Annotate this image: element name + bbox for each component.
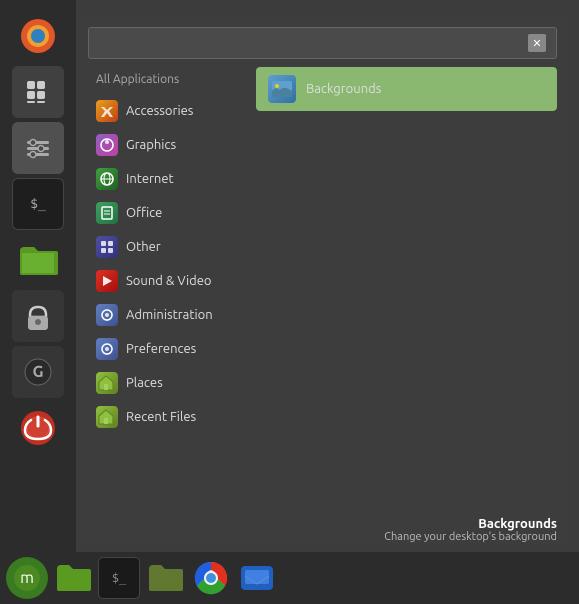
sidebar-icon-grub[interactable]: G — [12, 346, 64, 398]
sidebar-icon-firefox[interactable] — [12, 10, 64, 62]
other-icon — [96, 236, 118, 258]
sidebar-icon-control[interactable] — [12, 122, 64, 174]
content-area: All Applications Accessories Graphics In… — [88, 67, 557, 526]
taskbar-icon-chrome[interactable] — [190, 557, 232, 599]
taskbar-icon-terminal[interactable]: $_ — [98, 557, 140, 599]
search-bar: Backgrounds ✕ — [88, 27, 557, 59]
all-apps-label: All Applications — [88, 67, 248, 92]
sidebar-icon-terminal[interactable]: $_ — [12, 178, 64, 230]
category-item-preferences[interactable]: Preferences — [88, 332, 248, 366]
office-label: Office — [126, 206, 162, 220]
sidebar-icon-files[interactable] — [12, 234, 64, 286]
taskbar-icon-mint[interactable]: m — [6, 557, 48, 599]
backgrounds-result-icon — [268, 75, 296, 103]
administration-icon — [96, 304, 118, 326]
administration-label: Administration — [126, 308, 213, 322]
info-app-name: Backgrounds — [88, 517, 557, 531]
graphics-label: Graphics — [126, 138, 176, 152]
office-icon — [96, 202, 118, 224]
categories-panel: All Applications Accessories Graphics In… — [88, 67, 248, 526]
sidebar: $_ G — [0, 0, 76, 555]
recent-label: Recent Files — [126, 410, 196, 424]
preferences-icon — [96, 338, 118, 360]
internet-label: Internet — [126, 172, 174, 186]
soundvideo-label: Sound & Video — [126, 274, 212, 288]
category-item-graphics[interactable]: Graphics — [88, 128, 248, 162]
taskbar-icon-files[interactable] — [52, 557, 94, 599]
taskbar-icon-nemo[interactable] — [144, 557, 186, 599]
recent-icon — [96, 406, 118, 428]
internet-icon — [96, 168, 118, 190]
places-icon — [96, 372, 118, 394]
places-label: Places — [126, 376, 163, 390]
results-panel: Backgrounds — [256, 67, 557, 526]
sidebar-icon-grid[interactable] — [12, 66, 64, 118]
info-app-desc: Change your desktop's background — [88, 531, 557, 543]
result-item-backgrounds[interactable]: Backgrounds — [256, 67, 557, 111]
category-item-accessories[interactable]: Accessories — [88, 94, 248, 128]
category-item-office[interactable]: Office — [88, 196, 248, 230]
category-item-internet[interactable]: Internet — [88, 162, 248, 196]
backgrounds-result-label: Backgrounds — [306, 82, 381, 96]
accessories-label: Accessories — [126, 104, 193, 118]
category-item-soundvideo[interactable]: Sound & Video — [88, 264, 248, 298]
main-panel: Backgrounds ✕ All Applications Accessori… — [76, 15, 569, 544]
accessories-icon — [96, 100, 118, 122]
soundvideo-icon — [96, 270, 118, 292]
category-item-administration[interactable]: Administration — [88, 298, 248, 332]
preferences-label: Preferences — [126, 342, 196, 356]
category-item-places[interactable]: Places — [88, 366, 248, 400]
search-input[interactable]: Backgrounds — [99, 35, 528, 51]
category-item-recent[interactable]: Recent Files — [88, 400, 248, 434]
search-clear-button[interactable]: ✕ — [528, 34, 546, 52]
category-item-other[interactable]: Other — [88, 230, 248, 264]
taskbar: m $_ — [0, 552, 579, 604]
sidebar-icon-lock[interactable] — [12, 290, 64, 342]
svg-text:G: G — [32, 363, 43, 381]
other-label: Other — [126, 240, 161, 254]
info-bar: Backgrounds Change your desktop's backgr… — [76, 511, 569, 549]
sidebar-icon-power[interactable] — [12, 402, 64, 454]
svg-text:m: m — [20, 569, 34, 587]
graphics-icon — [96, 134, 118, 156]
taskbar-icon-nemo2[interactable] — [236, 557, 278, 599]
